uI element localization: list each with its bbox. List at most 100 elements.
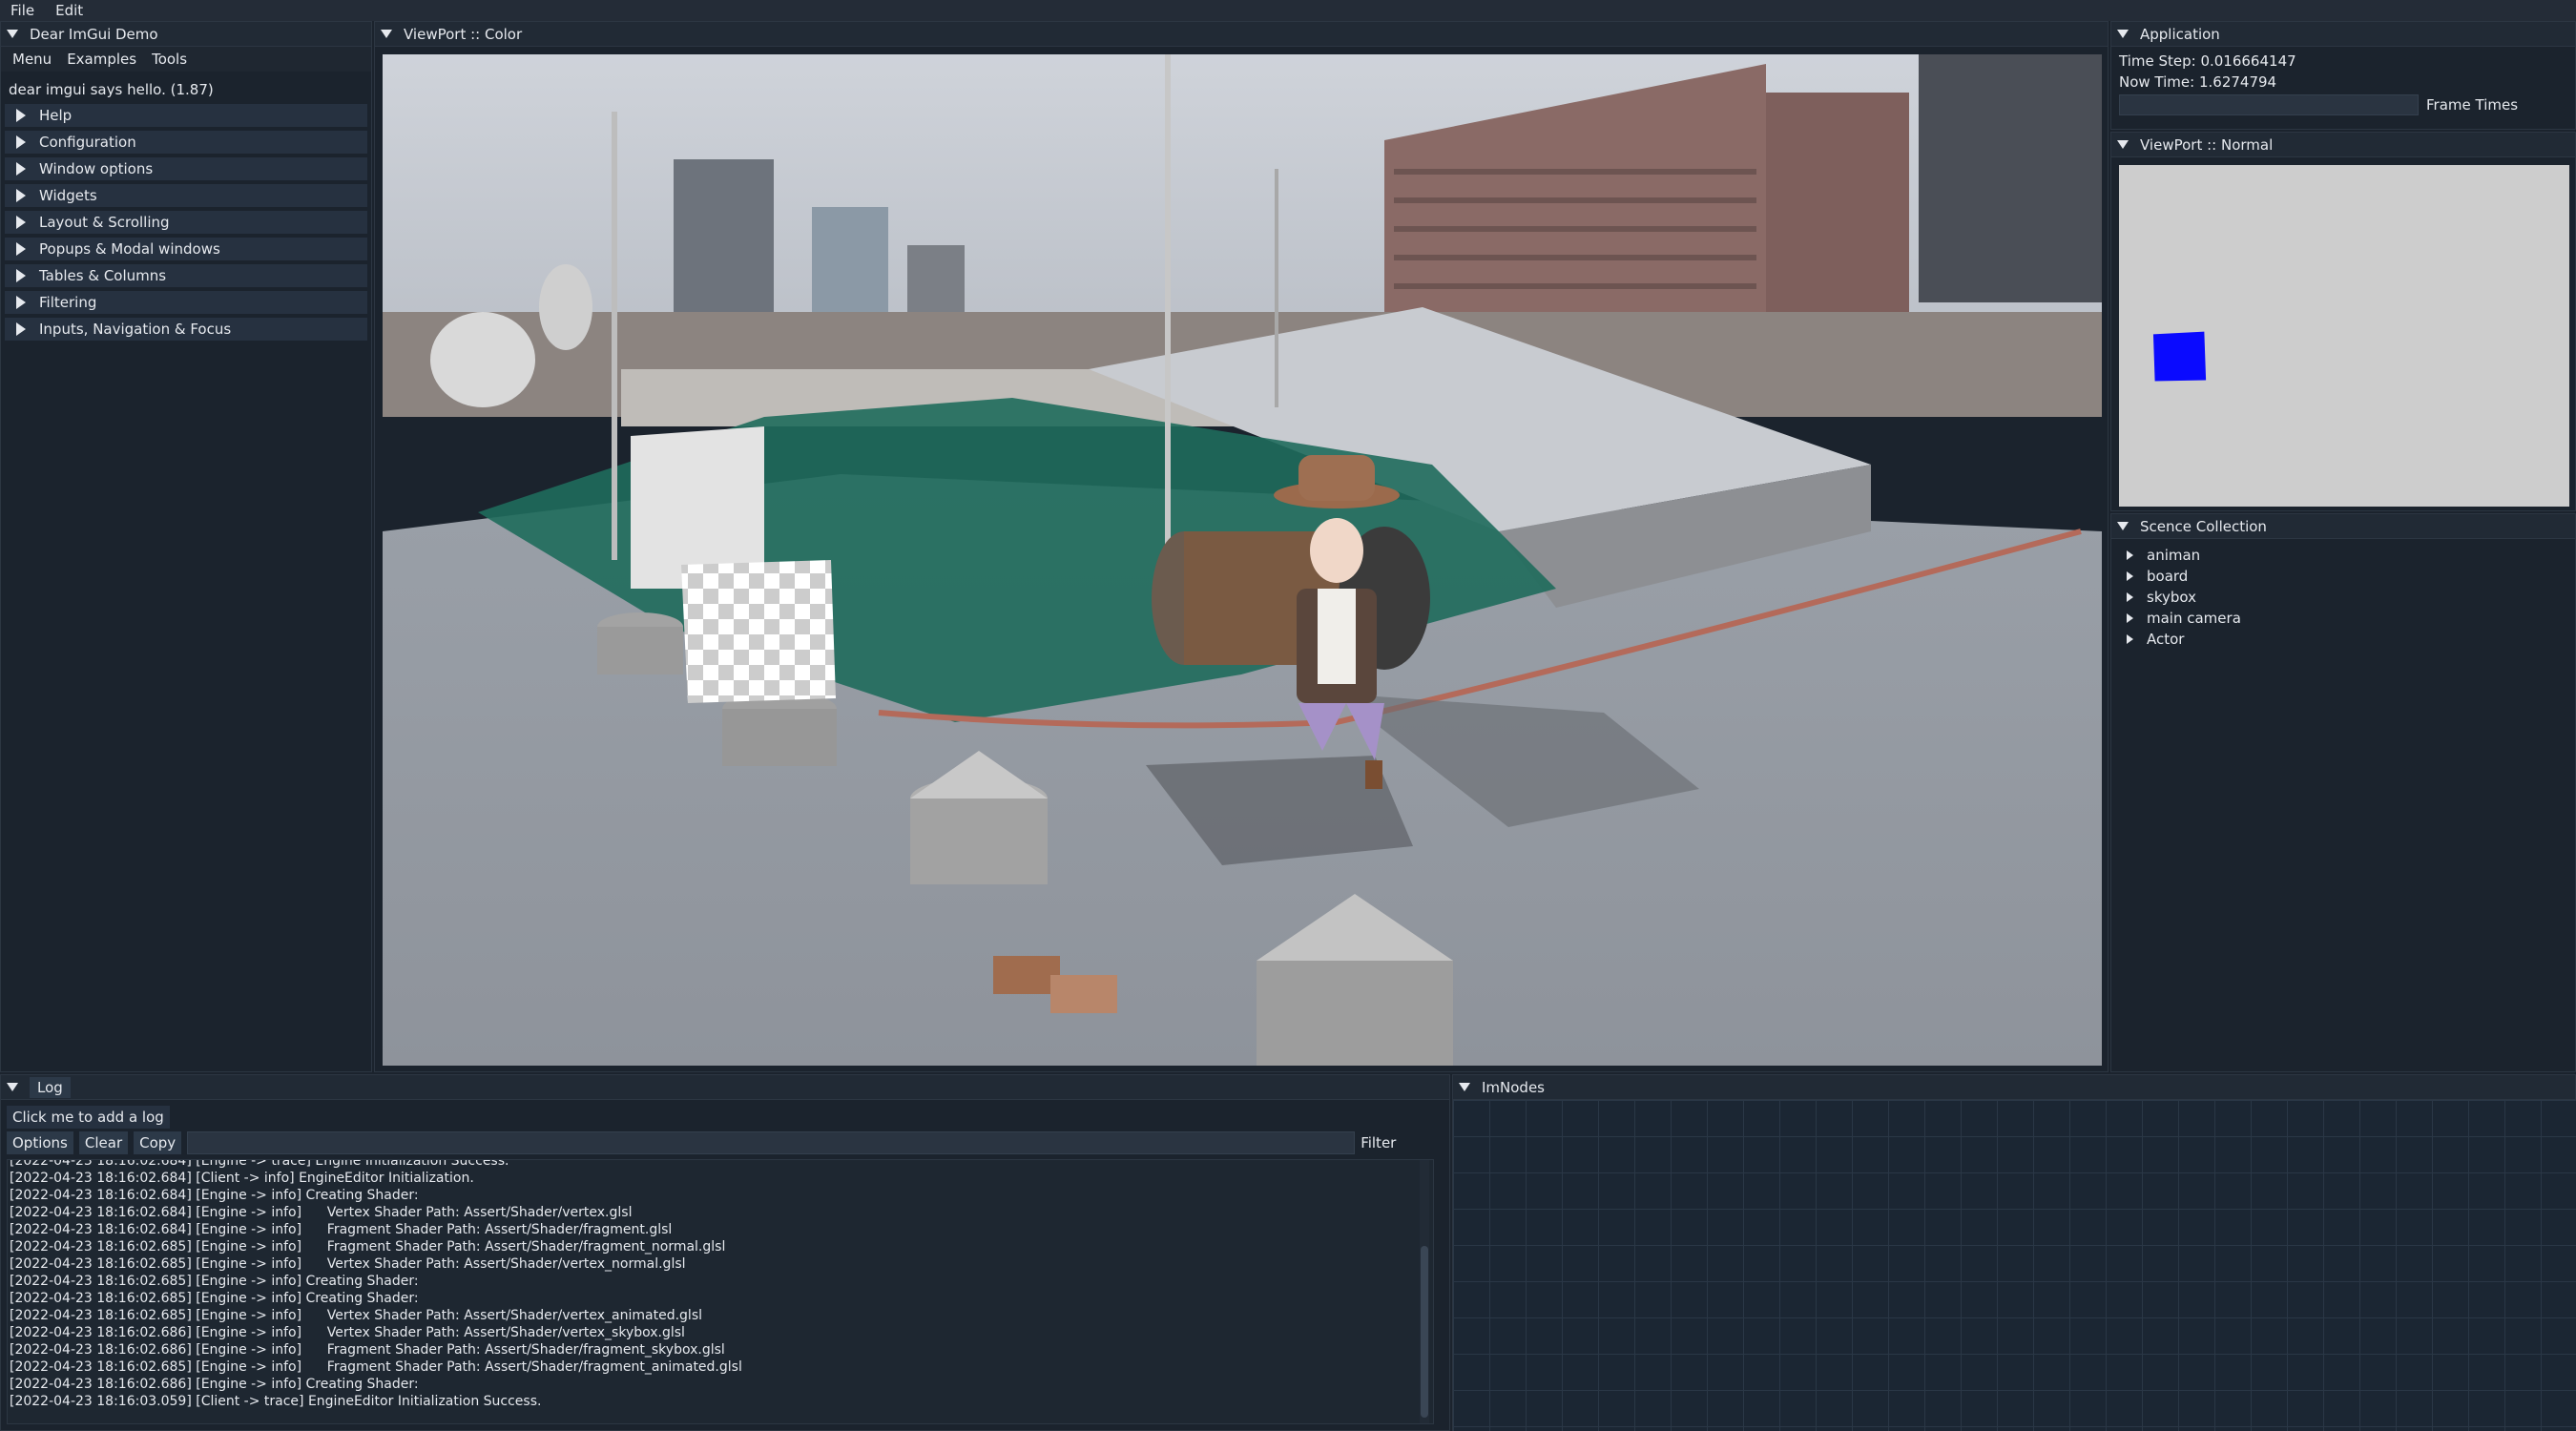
- header-label: Widgets: [39, 187, 97, 204]
- log-window: Log Click me to add a log Options Clear …: [0, 1074, 1450, 1431]
- imnodes-titlebar[interactable]: ImNodes: [1453, 1075, 2575, 1100]
- demo-titlebar[interactable]: Dear ImGui Demo: [1, 22, 371, 47]
- tree-expand-icon[interactable]: [2127, 634, 2133, 644]
- demo-hello-text: dear imgui says hello. (1.87): [9, 81, 214, 98]
- demo-menu-examples[interactable]: Examples: [59, 51, 144, 68]
- options-button[interactable]: Options: [7, 1131, 73, 1154]
- application-titlebar[interactable]: Application: [2111, 22, 2575, 47]
- log-line: [2022-04-23 18:16:02.684] [Engine -> inf…: [10, 1188, 419, 1203]
- imgui-demo-window: Dear ImGui Demo Menu Examples Tools dear…: [0, 21, 372, 1072]
- log-line: [2022-04-23 18:16:02.685] [Engine -> inf…: [10, 1308, 703, 1323]
- application-title: Application: [2140, 25, 2220, 43]
- rendered-scene-viewport[interactable]: [383, 54, 2102, 1066]
- menu-file[interactable]: File: [0, 0, 45, 21]
- tree-item-label: main camera: [2147, 610, 2241, 627]
- demo-menu-menu[interactable]: Menu: [5, 51, 59, 68]
- collapse-icon[interactable]: [2117, 522, 2129, 530]
- scene-titlebar[interactable]: Scence Collection: [2111, 514, 2575, 539]
- log-line: [2022-04-23 18:16:02.686] [Engine -> inf…: [10, 1377, 419, 1392]
- log-titlebar[interactable]: Log: [1, 1075, 1449, 1100]
- menu-edit[interactable]: Edit: [45, 0, 93, 21]
- collapse-icon[interactable]: [2117, 30, 2129, 38]
- now-time-text: Now Time: 1.6274794: [2119, 73, 2277, 91]
- frame-times-plot[interactable]: [2119, 94, 2419, 115]
- log-tab[interactable]: Log: [30, 1076, 71, 1098]
- header-filtering[interactable]: Filtering: [5, 291, 367, 314]
- log-output[interactable]: [2022-04-23 18:16:02.684] [Engine -> tra…: [7, 1159, 1434, 1424]
- add-log-button[interactable]: Click me to add a log: [7, 1106, 170, 1129]
- header-tables-columns[interactable]: Tables & Columns: [5, 264, 367, 287]
- demo-menu-bar: Menu Examples Tools: [1, 47, 371, 72]
- collapse-icon[interactable]: [381, 30, 392, 38]
- application-window: Application Time Step: 0.016664147 Now T…: [2110, 21, 2576, 130]
- log-toolbar: Options Clear Copy Filter: [7, 1130, 1396, 1155]
- header-configuration[interactable]: Configuration: [5, 131, 367, 154]
- header-label: Layout & Scrolling: [39, 214, 170, 231]
- log-line: [2022-04-23 18:16:02.684] [Engine -> inf…: [10, 1222, 673, 1237]
- imnodes-title: ImNodes: [1482, 1078, 1545, 1096]
- frame-times-label: Frame Times: [2426, 96, 2519, 114]
- header-layout-scrolling[interactable]: Layout & Scrolling: [5, 211, 367, 234]
- header-widgets[interactable]: Widgets: [5, 184, 367, 207]
- log-line: [2022-04-23 18:16:02.685] [Engine -> inf…: [10, 1239, 726, 1255]
- log-scrollbar[interactable]: [1420, 1160, 1429, 1423]
- copy-button[interactable]: Copy: [134, 1131, 182, 1154]
- viewport-normal-titlebar[interactable]: ViewPort :: Normal: [2111, 133, 2575, 157]
- log-line: [2022-04-23 18:16:02.685] [Engine -> inf…: [10, 1291, 419, 1306]
- header-label: Inputs, Navigation & Focus: [39, 321, 232, 338]
- log-lines: [2022-04-23 18:16:02.684] [Engine -> tra…: [8, 1159, 1433, 1410]
- expand-icon: [16, 242, 26, 256]
- collapse-icon[interactable]: [7, 1083, 18, 1091]
- tree-expand-icon[interactable]: [2127, 592, 2133, 602]
- viewport-normal-window: ViewPort :: Normal: [2110, 132, 2576, 511]
- expand-icon: [16, 216, 26, 229]
- tree-item-skybox[interactable]: skybox: [2111, 587, 2575, 608]
- tree-item-label: skybox: [2147, 589, 2196, 606]
- main-menu-bar: File Edit: [0, 0, 2576, 21]
- log-line: [2022-04-23 18:16:02.684] [Engine -> inf…: [10, 1205, 633, 1220]
- tree-expand-icon[interactable]: [2127, 571, 2133, 581]
- normal-viewport-canvas[interactable]: [2119, 165, 2569, 507]
- expand-icon: [16, 189, 26, 202]
- expand-icon: [16, 296, 26, 309]
- header-help[interactable]: Help: [5, 104, 367, 127]
- log-line: [2022-04-23 18:16:02.685] [Engine -> inf…: [10, 1274, 419, 1289]
- header-popups-modal[interactable]: Popups & Modal windows: [5, 238, 367, 260]
- header-window-options[interactable]: Window options: [5, 157, 367, 180]
- header-label: Configuration: [39, 134, 136, 151]
- tree-item-board[interactable]: board: [2111, 566, 2575, 587]
- log-line: [2022-04-23 18:16:02.686] [Engine -> inf…: [10, 1325, 685, 1340]
- tree-item-label: Actor: [2147, 631, 2185, 648]
- tree-item-animan[interactable]: animan: [2111, 545, 2575, 566]
- tree-expand-icon[interactable]: [2127, 550, 2133, 560]
- tree-item-label: board: [2147, 568, 2189, 585]
- header-label: Tables & Columns: [39, 267, 167, 284]
- filter-label: Filter: [1361, 1134, 1397, 1151]
- demo-menu-tools[interactable]: Tools: [144, 51, 195, 68]
- log-line: [2022-04-23 18:16:02.685] [Engine -> inf…: [10, 1256, 686, 1272]
- collapse-icon[interactable]: [1459, 1083, 1470, 1091]
- header-label: Popups & Modal windows: [39, 240, 220, 258]
- tree-item-main-camera[interactable]: main camera: [2111, 608, 2575, 629]
- blue-quad: [2152, 331, 2207, 382]
- header-label: Filtering: [39, 294, 97, 311]
- viewport-color-window: ViewPort :: Color: [374, 21, 2109, 1072]
- collapse-icon[interactable]: [7, 30, 18, 38]
- imnodes-window: ImNodes: [1452, 1074, 2576, 1431]
- time-step-text: Time Step: 0.016664147: [2119, 52, 2296, 70]
- viewport-color-titlebar[interactable]: ViewPort :: Color: [375, 22, 2108, 47]
- clear-button[interactable]: Clear: [78, 1131, 129, 1154]
- tree-item-actor[interactable]: Actor: [2111, 629, 2575, 650]
- demo-title: Dear ImGui Demo: [30, 25, 158, 43]
- collapse-icon[interactable]: [2117, 140, 2129, 149]
- expand-icon: [16, 322, 26, 336]
- tree-expand-icon[interactable]: [2127, 613, 2133, 623]
- log-line: [2022-04-23 18:16:02.684] [Engine -> tra…: [10, 1159, 509, 1169]
- header-inputs-navigation[interactable]: Inputs, Navigation & Focus: [5, 318, 367, 341]
- expand-icon: [16, 162, 26, 176]
- log-scroll-thumb[interactable]: [1421, 1246, 1428, 1418]
- log-line: [2022-04-23 18:16:03.059] [Client -> tra…: [10, 1394, 542, 1409]
- header-label: Help: [39, 107, 73, 124]
- filter-input[interactable]: [187, 1131, 1356, 1154]
- node-editor-canvas[interactable]: [1453, 1100, 2576, 1431]
